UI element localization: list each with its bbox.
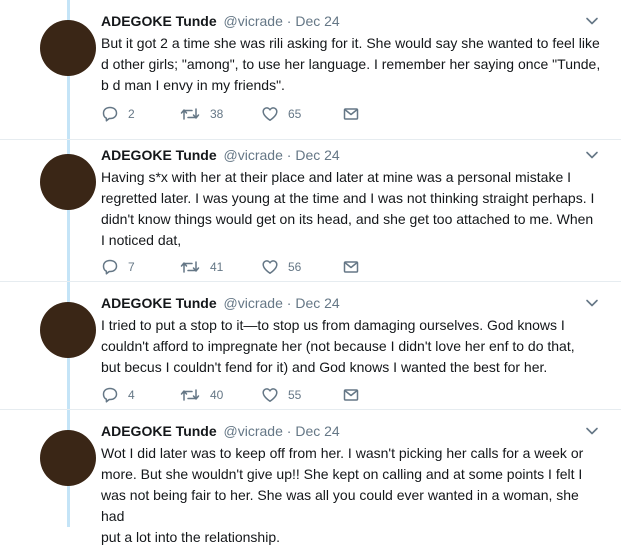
- separator-dot: ·: [286, 295, 292, 311]
- retweet-count: 38: [210, 107, 224, 121]
- like-icon: [262, 388, 278, 402]
- tweet-actions: 2 38 65: [101, 104, 401, 124]
- separator-dot: ·: [286, 147, 292, 163]
- tweet[interactable]: ADEGOKE Tunde @vicrade · Dec 24 But it g…: [0, 0, 621, 140]
- caret-down-icon[interactable]: [585, 14, 599, 28]
- avatar[interactable]: [40, 302, 96, 358]
- display-name[interactable]: ADEGOKE Tunde: [101, 13, 217, 29]
- display-name[interactable]: ADEGOKE Tunde: [101, 147, 217, 163]
- tweet-text: Wot I did later was to keep off from her…: [101, 443, 601, 548]
- like-icon: [262, 260, 278, 274]
- like-button[interactable]: 55: [261, 385, 301, 405]
- tweet-text: But it got 2 a time she was rili asking …: [101, 33, 601, 96]
- tweet[interactable]: ADEGOKE Tunde @vicrade · Dec 24 Wot I di…: [0, 410, 621, 545]
- tweet-text-line: I noticed dat,: [101, 232, 182, 248]
- like-button[interactable]: 65: [261, 104, 301, 124]
- display-name[interactable]: ADEGOKE Tunde: [101, 295, 217, 311]
- avatar[interactable]: [40, 430, 96, 486]
- caret-down-icon[interactable]: [585, 148, 599, 162]
- reply-button[interactable]: 4: [101, 385, 135, 405]
- tweet-text-line: but becus I couldn't fend for it) and Go…: [101, 359, 548, 375]
- direct-message-icon: [343, 108, 359, 120]
- username[interactable]: @vicrade: [224, 295, 283, 311]
- tweet-text-line: d other girls; "among", to use her langu…: [101, 56, 601, 72]
- tweet-actions: 7 41 56: [101, 257, 401, 277]
- direct-message-button[interactable]: [342, 104, 360, 124]
- direct-message-button[interactable]: [342, 385, 360, 405]
- display-name[interactable]: ADEGOKE Tunde: [101, 423, 217, 439]
- reply-count: 2: [128, 107, 135, 121]
- retweet-button[interactable]: 40: [179, 385, 223, 405]
- reply-icon: [102, 106, 118, 122]
- like-count: 56: [288, 260, 302, 274]
- direct-message-icon: [343, 261, 359, 273]
- tweet-header: ADEGOKE Tunde @vicrade · Dec 24: [101, 145, 340, 165]
- avatar[interactable]: [40, 154, 96, 210]
- tweet-text-line: I tried to put a stop to it—to stop us f…: [101, 317, 565, 333]
- like-button[interactable]: 56: [261, 257, 301, 277]
- tweet-text: I tried to put a stop to it—to stop us f…: [101, 315, 601, 378]
- retweet-button[interactable]: 38: [179, 104, 223, 124]
- reply-icon: [102, 259, 118, 275]
- tweet-text-line: couldn't afford to impregnate her (not b…: [101, 338, 575, 354]
- tweet-header: ADEGOKE Tunde @vicrade · Dec 24: [101, 293, 340, 313]
- retweet-count: 41: [210, 260, 224, 274]
- reply-count: 7: [128, 260, 135, 274]
- separator-dot: ·: [286, 13, 292, 29]
- tweet-text-line: more. But she wouldn't give up!! She kep…: [101, 466, 583, 482]
- separator-dot: ·: [286, 423, 292, 439]
- tweet-text-line: put a lot into the relationship.: [101, 529, 281, 545]
- username[interactable]: @vicrade: [224, 147, 283, 163]
- timestamp[interactable]: Dec 24: [295, 295, 339, 311]
- caret-down-icon[interactable]: [585, 296, 599, 310]
- username[interactable]: @vicrade: [224, 423, 283, 439]
- direct-message-button[interactable]: [342, 257, 360, 277]
- timestamp[interactable]: Dec 24: [295, 147, 339, 163]
- tweet[interactable]: ADEGOKE Tunde @vicrade · Dec 24 I tried …: [0, 282, 621, 410]
- reply-count: 4: [128, 388, 135, 402]
- tweet-text-line: was not being fair to her. She was all y…: [101, 487, 579, 524]
- tweet-header: ADEGOKE Tunde @vicrade · Dec 24: [101, 11, 340, 31]
- reply-icon: [102, 387, 118, 403]
- retweet-icon: [180, 261, 200, 273]
- tweet-header: ADEGOKE Tunde @vicrade · Dec 24: [101, 421, 340, 441]
- direct-message-icon: [343, 389, 359, 401]
- avatar[interactable]: [40, 20, 96, 76]
- reply-button[interactable]: 2: [101, 104, 135, 124]
- timestamp[interactable]: Dec 24: [295, 13, 339, 29]
- like-count: 65: [288, 107, 302, 121]
- retweet-count: 40: [210, 388, 224, 402]
- reply-button[interactable]: 7: [101, 257, 135, 277]
- tweet-text-line: Wot I did later was to keep off from her…: [101, 445, 584, 461]
- retweet-icon: [180, 108, 200, 120]
- timestamp[interactable]: Dec 24: [295, 423, 339, 439]
- username[interactable]: @vicrade: [224, 13, 283, 29]
- tweet-actions: 4 40 55: [101, 385, 401, 405]
- retweet-icon: [180, 389, 200, 401]
- retweet-button[interactable]: 41: [179, 257, 223, 277]
- tweet[interactable]: ADEGOKE Tunde @vicrade · Dec 24 Having s…: [0, 134, 621, 282]
- tweet-text-line: b d man I envy in my friends".: [101, 77, 285, 93]
- like-icon: [262, 107, 278, 121]
- tweet-text-line: But it got 2 a time she was rili asking …: [101, 35, 600, 51]
- like-count: 55: [288, 388, 302, 402]
- tweet-text: Having s*x with her at their place and l…: [101, 167, 601, 251]
- caret-down-icon[interactable]: [585, 424, 599, 438]
- tweet-text-line: regretted later. I was young at the time…: [101, 190, 595, 206]
- tweet-text-line: didn't know things would get on its head…: [101, 211, 594, 227]
- tweet-text-line: Having s*x with her at their place and l…: [101, 169, 572, 185]
